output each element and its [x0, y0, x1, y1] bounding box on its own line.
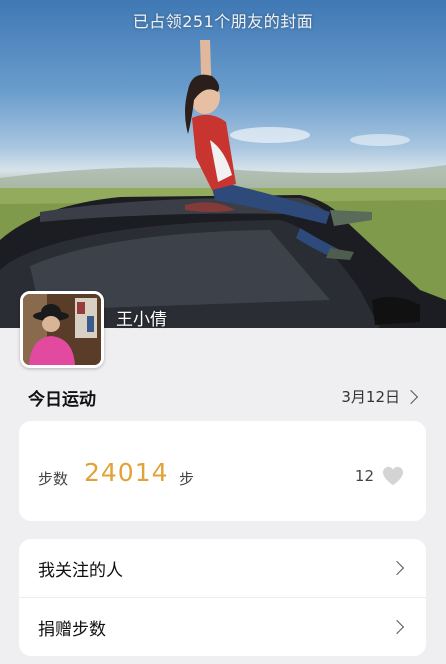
- chevron-right-icon: [403, 389, 419, 404]
- heart-icon: [383, 466, 403, 486]
- menu-item-donate-steps[interactable]: 捐赠步数: [19, 598, 426, 656]
- steps-card[interactable]: 步数 24014 步 12: [19, 421, 426, 521]
- date-label: 3月12日: [341, 388, 400, 406]
- menu-item-label: 捐赠步数: [38, 619, 106, 640]
- chevron-right-icon: [389, 560, 405, 576]
- like-button[interactable]: 12: [355, 466, 404, 486]
- steps-label: 步数: [38, 470, 69, 488]
- like-count: 12: [354, 467, 374, 485]
- chevron-right-icon: [389, 619, 405, 635]
- steps-value: 24014: [84, 458, 169, 487]
- cover-photo[interactable]: 已占领251个朋友的封面: [0, 0, 446, 328]
- menu-item-following[interactable]: 我关注的人: [19, 539, 426, 597]
- section-title-today: 今日运动: [28, 390, 96, 410]
- avatar[interactable]: [20, 291, 104, 368]
- cover-image: [0, 40, 446, 328]
- avatar-image: [23, 294, 101, 365]
- menu-item-label: 我关注的人: [38, 560, 123, 581]
- date-selector[interactable]: 3月12日: [341, 386, 419, 407]
- cover-caption: 已占领251个朋友的封面: [132, 12, 314, 31]
- user-name[interactable]: 王小倩: [116, 305, 167, 330]
- menu-card: 我关注的人 捐赠步数: [19, 539, 426, 656]
- steps-unit: 步: [179, 470, 195, 488]
